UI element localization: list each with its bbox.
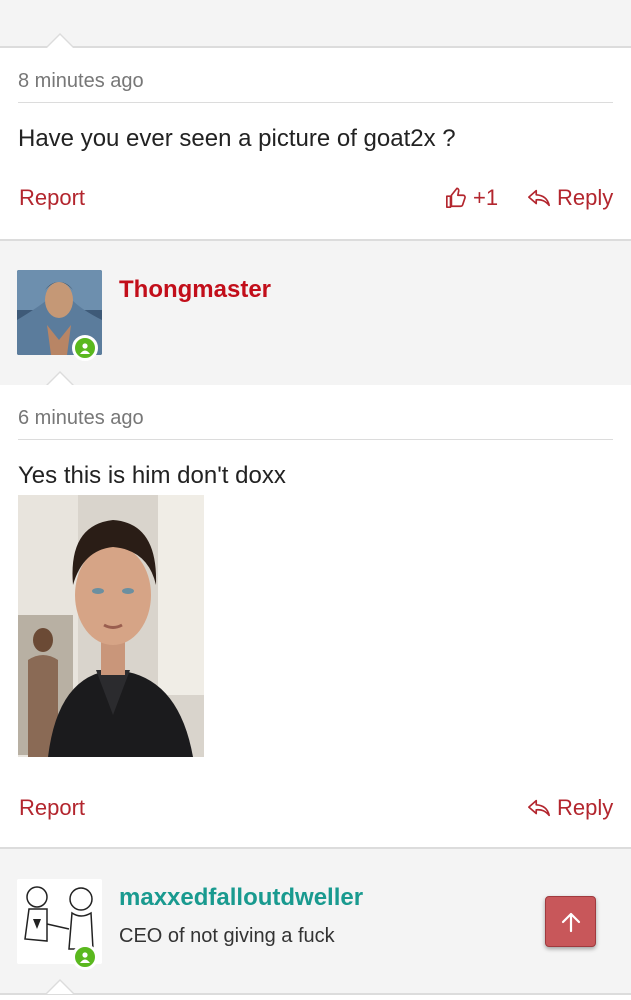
scroll-to-top-button[interactable] (545, 896, 596, 947)
reply-arrow-icon (528, 799, 550, 817)
report-label: Report (19, 795, 86, 820)
post-1: 8 minutes ago Have you ever seen a pictu… (0, 48, 631, 239)
post-photo (18, 495, 204, 757)
report-link[interactable]: Report (19, 795, 85, 821)
thumbs-up-icon (446, 187, 466, 208)
post-timestamp: 8 minutes ago (18, 70, 144, 92)
speech-notch (45, 979, 75, 994)
report-link[interactable]: Report (19, 185, 85, 211)
online-status-icon (72, 335, 98, 361)
reply-label: Reply (557, 795, 614, 820)
author-username[interactable]: Thongmaster (119, 276, 271, 304)
user-header-strip (0, 0, 631, 48)
online-status-icon (72, 944, 98, 970)
post-divider (18, 439, 613, 440)
report-label: Report (19, 185, 86, 210)
reply-label: Reply (557, 185, 614, 210)
speech-notch (45, 371, 75, 386)
post-message: Yes this is him don't doxx (18, 462, 286, 489)
reply-arrow-icon (528, 189, 550, 207)
post-divider (18, 102, 613, 103)
author-header: Thongmaster (0, 239, 631, 387)
reply-button[interactable]: Reply (527, 185, 613, 211)
next-user-title: CEO of not giving a fuck (119, 925, 335, 947)
speech-notch (45, 33, 75, 48)
arrow-up-icon (561, 912, 580, 932)
post-image[interactable] (18, 495, 204, 757)
next-user-header: maxxedfalloutdweller CEO of not giving a… (0, 847, 631, 995)
reply-button[interactable]: Reply (527, 795, 613, 821)
like-button[interactable]: +1 (445, 185, 498, 211)
like-count: +1 (473, 185, 499, 210)
post-timestamp: 6 minutes ago (18, 407, 144, 429)
next-user-username[interactable]: maxxedfalloutdweller (119, 884, 363, 912)
post-message: Have you ever seen a picture of goat2x ? (18, 125, 456, 152)
